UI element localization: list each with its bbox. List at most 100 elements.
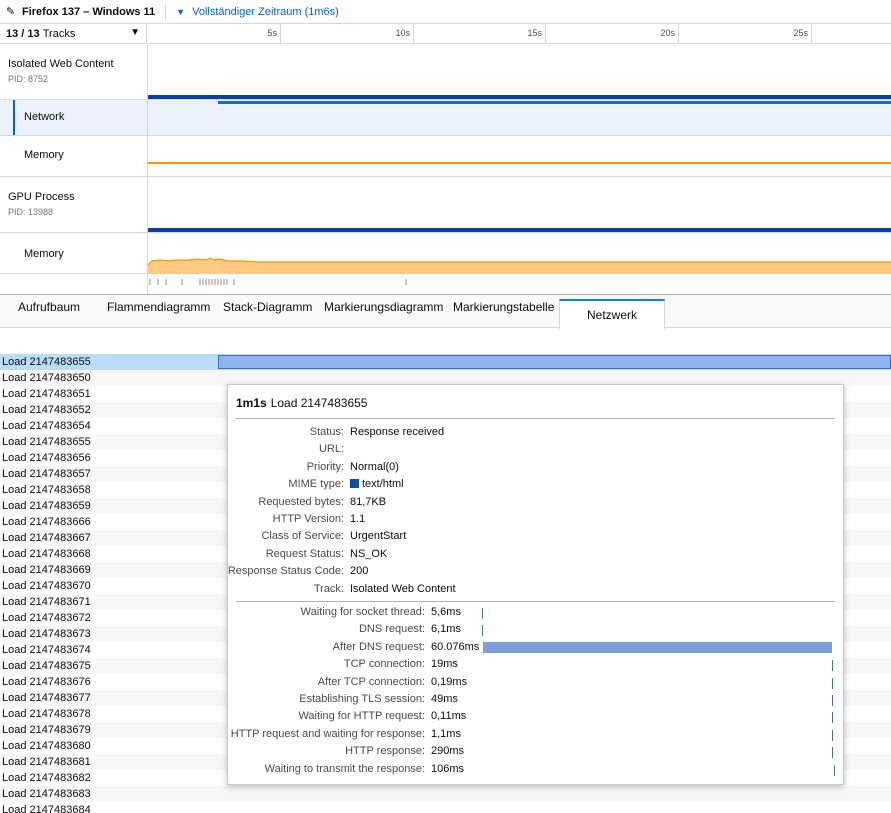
request-name: Load 2147483676 [2,676,91,688]
divider [236,418,835,419]
request-name: Load 2147483655 [2,356,91,368]
list-item[interactable]: Load 2147483655 [0,354,891,370]
detail-row: Response Status Code: 200 [227,565,369,577]
request-name: Load 2147483679 [2,724,91,736]
track-count: 13 / 13 Tracks [6,27,76,40]
range-breadcrumb[interactable]: Vollständiger Zeitraum (1m6s) [192,6,339,18]
track-label[interactable]: Isolated Web Content PID: 8752 [0,44,148,99]
marker-graph[interactable] [148,274,891,294]
request-name: Load 2147483657 [2,468,91,480]
track-memory[interactable]: Memory [0,136,891,177]
phase-bar [483,642,832,653]
phase-bar [832,730,833,741]
phase-row: Waiting for socket thread: 5,6ms [228,606,843,623]
top-bar: ✎ Firefox 137 – Windows 11 ▼ Vollständig… [0,0,891,24]
request-name: Load 2147483677 [2,692,91,704]
triangle-down-icon: ▼ [176,6,186,17]
selection-indicator [13,100,15,135]
track-graph[interactable] [148,177,891,232]
track-gpu-process[interactable]: GPU Process PID: 13988 [0,177,891,233]
divider [165,3,167,20]
pencil-icon[interactable]: ✎ [6,5,20,18]
tooltip-title: 1m1s Load 2147483655 [236,396,368,410]
network-request-bar [218,101,891,104]
phase-row: DNS request: 6,1ms [228,623,843,640]
track-count-dropdown[interactable]: 13 / 13 Tracks ▼ [0,24,147,44]
memory-line [148,162,891,164]
track-pid: PID: 8752 [8,74,49,84]
track-label[interactable]: GPU Process PID: 13988 [0,177,148,232]
track-pid: PID: 13988 [8,207,54,217]
request-name: Load 2147483658 [2,484,91,496]
track-name: Isolated Web Content [8,58,114,70]
request-tooltip: 1m1s Load 2147483655 Status: Response rece… [227,384,844,785]
detail-row: Track: Isolated Web Content [313,583,456,595]
track-label[interactable]: Network [0,100,148,135]
detail-row: Requested bytes: 81,7KB [258,496,387,508]
phase-bar [832,747,833,758]
chevron-down-icon: ▼ [130,27,140,38]
detail-row: HTTP Version: 1.1 [272,513,366,525]
track-partial[interactable] [0,274,891,294]
time-ruler[interactable]: 5s 10s 15s 20s 25s [148,24,891,44]
request-bar [218,355,891,369]
request-name: Load 2147483670 [2,580,91,592]
phase-bar [482,625,483,636]
detail-row: Request Status: NS_OK [265,548,388,560]
activity-bar [148,228,891,232]
detail-row: Class of Service: UrgentStart [261,530,407,542]
track-name: Memory [24,149,64,161]
track-name: GPU Process [8,191,75,203]
request-name: Load 2147483655 [2,436,91,448]
phase-row: HTTP response: 290ms [228,745,843,762]
track-label[interactable]: Memory [0,136,148,176]
memory-graph[interactable] [148,136,891,176]
track-isolated-web-content[interactable]: Isolated Web Content PID: 8752 [0,44,891,100]
tab-flame-graph[interactable]: Flammendiagramm [107,300,210,314]
memory-area-chart [148,257,891,274]
track-memory[interactable]: Memory [0,233,891,274]
tab-stack-chart[interactable]: Stack-Diagramm [223,300,312,314]
request-name: Load 2147483678 [2,708,91,720]
memory-graph[interactable] [148,233,891,274]
list-item[interactable]: Load 2147483684 [0,802,891,813]
network-graph[interactable] [148,100,891,135]
timeline: 13 / 13 Tracks ▼ 5s 10s 15s 20s 25s Isol… [0,24,891,294]
request-name: Load 2147483650 [2,372,91,384]
request-name: Load 2147483659 [2,500,91,512]
request-name: Load 2147483674 [2,644,91,656]
track-network[interactable]: Network [0,100,891,136]
profile-name[interactable]: Firefox 137 – Windows 11 [22,6,155,18]
phase-row: Waiting to transmit the response: 106ms [228,763,843,780]
request-name: Load 2147483666 [2,516,91,528]
phase-row: HTTP request and waiting for response: 1,… [228,728,843,745]
phase-bar [482,608,483,619]
mime-color-swatch [350,479,359,488]
detail-row: URL: [318,443,344,455]
track-name: Memory [24,248,64,260]
request-name: Load 2147483683 [2,788,91,800]
tab-marker-table[interactable]: Markierungstabelle [453,300,554,314]
marker-ticks [149,279,407,285]
tab-network[interactable]: Netzwerk [559,299,665,329]
request-name: Load 2147483681 [2,756,91,768]
request-name: Load 2147483669 [2,564,91,576]
request-name: Load 2147483682 [2,772,91,784]
track-name: Network [24,111,65,123]
track-label[interactable] [0,274,148,294]
phase-row: Establishing TLS session: 49ms [228,693,843,710]
list-item[interactable]: Load 2147483683 [0,786,891,802]
detail-row: MIME type: text/html [288,478,404,490]
track-label[interactable]: Memory [0,233,148,273]
phase-bar [834,765,835,776]
tab-call-tree[interactable]: Aufrufbaum [18,300,80,314]
track-graph[interactable] [148,44,891,99]
ruler-tick: 25s [148,24,812,44]
detail-row: Priority: Normal(0) [306,461,399,473]
tab-marker-chart[interactable]: Markierungsdiagramm [324,300,443,314]
divider [236,601,835,602]
phase-bar [832,678,833,689]
request-name: Load 2147483652 [2,404,91,416]
request-name: Load 2147483671 [2,596,91,608]
panel-tab-bar: Aufrufbaum Flammendiagramm Stack-Diagram… [0,294,891,329]
